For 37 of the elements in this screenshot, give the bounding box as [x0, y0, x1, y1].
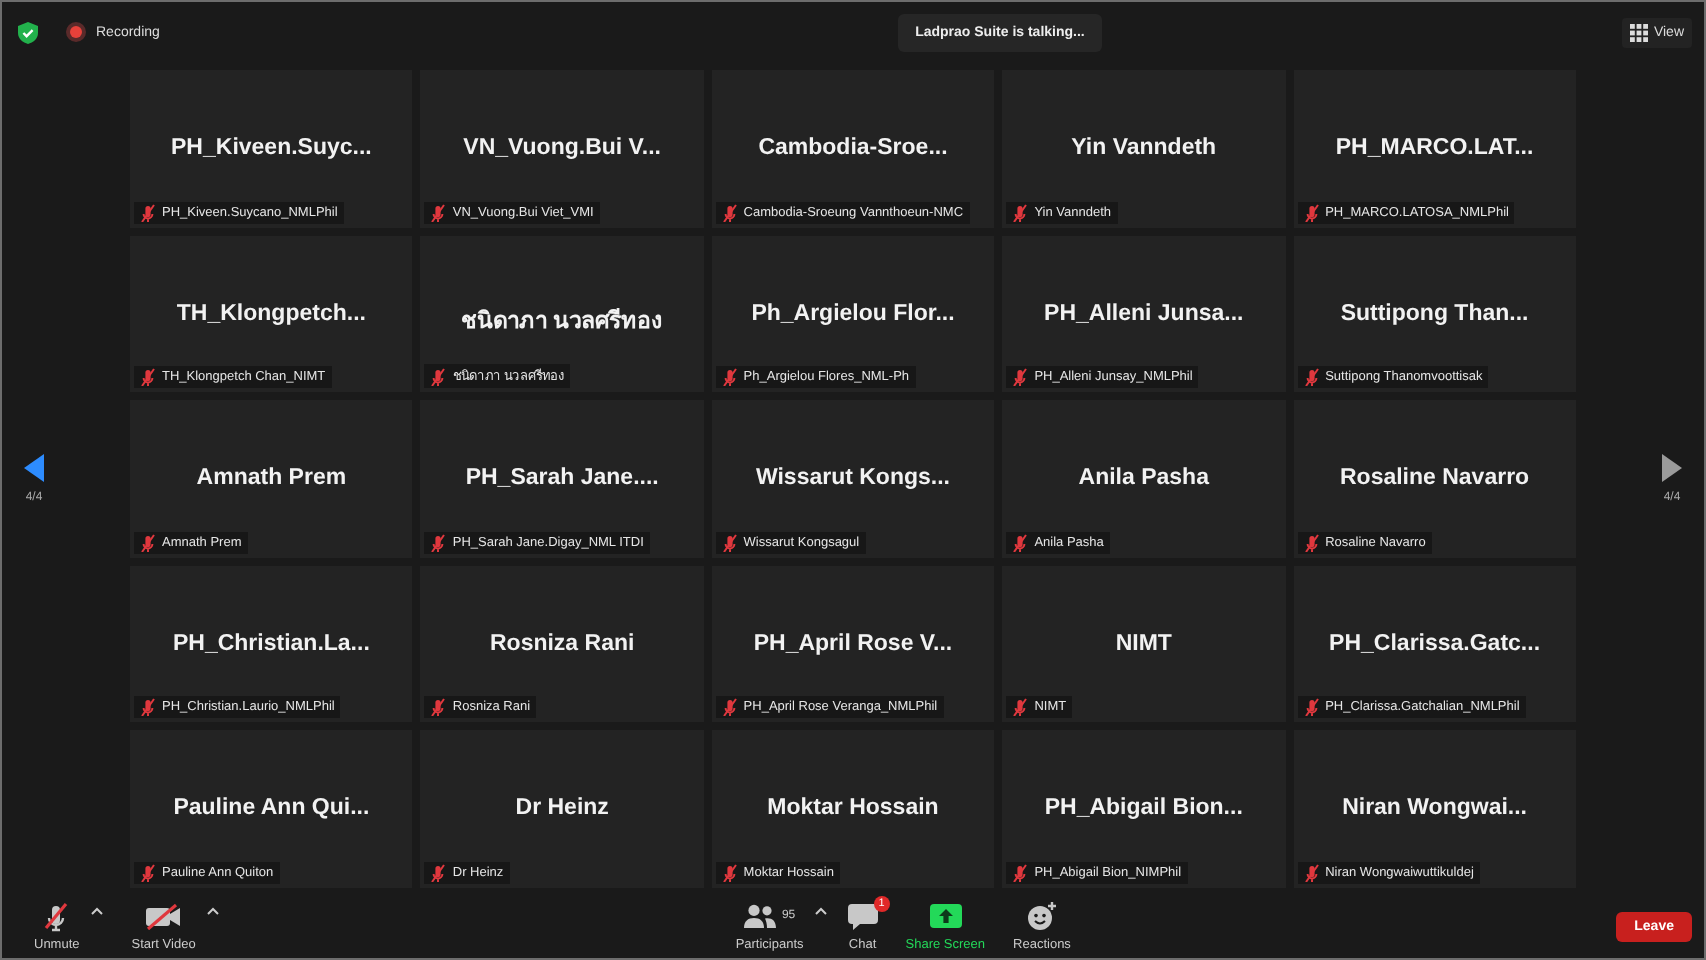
participant-name: Amnath Prem [194, 466, 349, 491]
participant-name: Anila Pasha [1076, 466, 1211, 491]
participant-name: PH_Alleni Junsa... [1042, 301, 1246, 326]
participant-name: TH_Klongpetch... [174, 301, 368, 326]
recording-icon [66, 22, 86, 42]
participant-name: VN_Vuong.Bui V... [461, 136, 663, 160]
caret-icon[interactable] [89, 905, 104, 915]
share-screen-icon [929, 904, 962, 928]
previous-page-arrow[interactable] [24, 454, 44, 482]
participant-name: ชนิดาภา นวลศรีทอง [458, 306, 666, 338]
participant-name: Dr Heinz [513, 796, 611, 821]
participant-name: PH_Kiveen.Suyc... [169, 136, 374, 160]
chat-bubble-icon [847, 902, 878, 930]
participant-name: Rosniza Rani [487, 631, 637, 656]
smiley-icon [1025, 901, 1058, 931]
participant-name: PH_Christian.La... [170, 631, 372, 656]
participant-name: PH_MARCO.LAT... [1333, 136, 1536, 160]
participant-name: Niran Wongwai... [1340, 796, 1529, 821]
caret-icon[interactable] [813, 905, 828, 915]
participant-name: NIMT [1113, 631, 1174, 656]
participant-name: Cambodia-Sroe... [756, 136, 950, 160]
participant-name: PH_April Rose V... [751, 631, 955, 656]
participant-name: PH_Abigail Bion... [1042, 796, 1245, 821]
shield-icon[interactable] [18, 21, 38, 43]
participant-name: Yin Vanndeth [1069, 136, 1219, 160]
caret-icon[interactable] [205, 905, 220, 915]
participant-name: Wissarut Kongs... [753, 466, 952, 491]
participant-name: Rosaline Navarro [1337, 466, 1532, 491]
participant-name: Ph_Argielou Flor... [749, 301, 957, 326]
people-icon [743, 904, 776, 928]
grid-icon [1629, 23, 1648, 41]
participant-name: Suttipong Than... [1338, 301, 1531, 326]
participant-name: PH_Sarah Jane.... [463, 466, 661, 491]
participant-name: PH_Clarissa.Gatc... [1327, 631, 1543, 656]
next-page-arrow[interactable] [1662, 454, 1682, 482]
participant-name: Moktar Hossain [765, 796, 941, 821]
participant-name: Pauline Ann Qui... [171, 796, 372, 821]
